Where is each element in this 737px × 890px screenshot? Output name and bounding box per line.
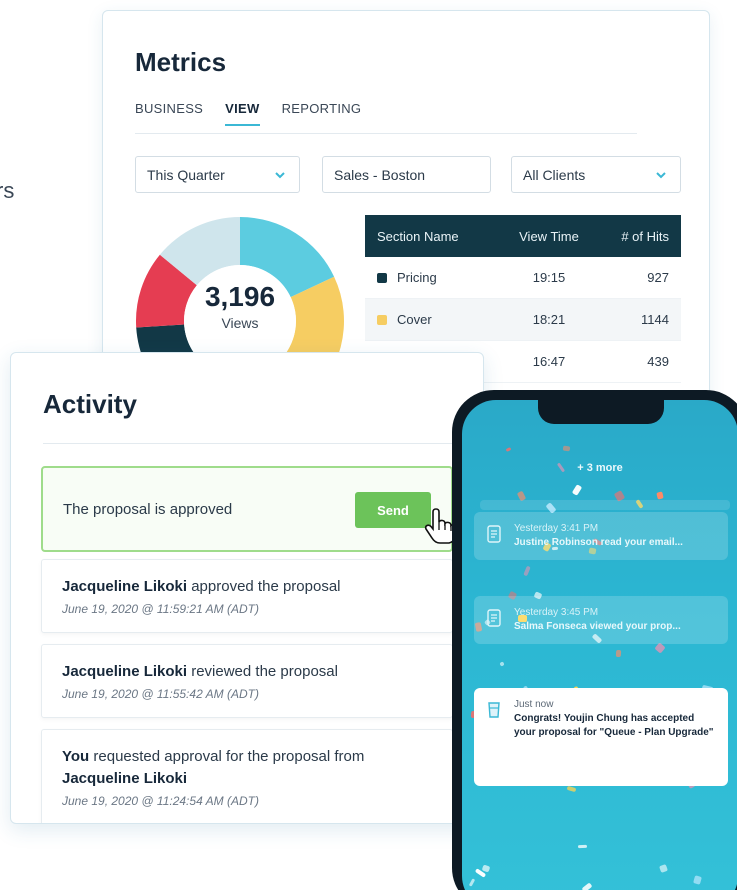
notification[interactable]: Yesterday 3:45 PM Salma Fonseca viewed y…	[474, 596, 728, 644]
clients-select-label: All Clients	[523, 166, 586, 183]
row-hits: 927	[647, 270, 669, 285]
approval-text: The proposal is approved	[63, 501, 233, 518]
approval-banner: The proposal is approved Send	[41, 466, 457, 552]
table-row[interactable]: Pricing 19:15 927	[365, 257, 681, 299]
actor-name: You	[62, 748, 90, 765]
legend-swatch	[377, 272, 387, 283]
table-header: Section Name View Time # of Hits	[365, 215, 681, 257]
cup-icon	[488, 702, 500, 718]
confetti-piece	[693, 875, 702, 885]
recipient-name: Jacqueline Likoki	[62, 770, 188, 787]
activity-line: You requested approval for the proposal …	[62, 746, 432, 790]
activity-action: reviewed the proposal	[187, 663, 338, 680]
row-time: 19:15	[532, 270, 566, 285]
legend-swatch	[377, 314, 387, 325]
actor-name: Jacqueline Likoki	[62, 578, 188, 595]
notification[interactable]: Yesterday 3:41 PM Justine Robinson read …	[474, 512, 728, 560]
activity-action: requested approval for the proposal from	[89, 748, 365, 765]
activity-divider	[43, 443, 453, 444]
more-notifications[interactable]: + 3 more	[462, 462, 737, 474]
activity-date: June 19, 2020 @ 11:24:54 AM (ADT)	[62, 794, 259, 808]
tab-business[interactable]: BUSINESS	[135, 101, 203, 126]
col-section-name: Section Name	[377, 228, 459, 244]
row-name-cell: Pricing	[365, 270, 501, 285]
views-count: 3,196	[204, 281, 276, 312]
period-select[interactable]: This Quarter	[135, 156, 300, 193]
team-select[interactable]: Sales - Boston	[322, 156, 491, 193]
phone-mockup: + 3 more Yesterday 3:41 PM Justine Robin…	[452, 390, 737, 890]
confetti-piece	[562, 445, 571, 452]
table-row[interactable]: Cover 18:21 1144	[365, 299, 681, 341]
metrics-tabs: BUSINESS VIEW REPORTING	[135, 101, 361, 126]
activity-item[interactable]: Jacqueline Likoki approved the proposal …	[41, 559, 453, 633]
activity-card: Activity The proposal is approved Send J…	[10, 352, 484, 824]
confetti-piece	[577, 844, 588, 849]
confetti-piece	[659, 864, 668, 873]
row-time: 16:47	[532, 354, 566, 369]
edge-text: rs	[0, 178, 15, 203]
row-name: Cover	[397, 312, 432, 327]
activity-date: June 19, 2020 @ 11:55:42 AM (ADT)	[62, 687, 259, 701]
confetti-piece	[566, 785, 577, 793]
notification-time: Just now	[514, 699, 554, 710]
chevron-down-icon	[656, 172, 666, 179]
row-name-cell: Cover	[365, 312, 501, 327]
chevron-down-icon	[275, 172, 285, 179]
team-select-label: Sales - Boston	[334, 166, 426, 183]
activity-action: approved the proposal	[187, 578, 341, 595]
notification-time: Yesterday 3:45 PM	[514, 607, 599, 618]
confetti-piece	[571, 484, 583, 496]
confetti-piece	[581, 882, 593, 890]
activity-item[interactable]: You requested approval for the proposal …	[41, 729, 453, 823]
activity-line: Jacqueline Likoki approved the proposal	[62, 576, 432, 598]
notification-time: Yesterday 3:41 PM	[514, 523, 599, 534]
row-hits: 439	[647, 354, 669, 369]
activity-line: Jacqueline Likoki reviewed the proposal	[62, 661, 432, 683]
confetti-piece	[468, 878, 476, 887]
donut-center: 3,196 Views	[175, 281, 305, 331]
row-hits: 1144	[641, 312, 669, 327]
period-select-label: This Quarter	[147, 166, 225, 183]
send-button[interactable]: Send	[355, 492, 431, 528]
notification-message: Salma Fonseca viewed your prop...	[514, 621, 681, 632]
tab-reporting[interactable]: REPORTING	[282, 101, 362, 126]
notification-message: Congrats! Youjin Chung has accepted your…	[514, 713, 714, 738]
notification[interactable]: Just now Congrats! Youjin Chung has acce…	[474, 688, 728, 786]
document-icon	[487, 609, 501, 627]
activity-title: Activity	[43, 389, 137, 419]
clients-select[interactable]: All Clients	[511, 156, 681, 193]
notification-message: Justine Robinson read your email...	[514, 537, 683, 548]
confetti-piece	[615, 649, 622, 658]
phone-notch	[538, 400, 664, 424]
activity-date: June 19, 2020 @ 11:59:21 AM (ADT)	[62, 602, 259, 616]
phone-screen: + 3 more Yesterday 3:41 PM Justine Robin…	[462, 400, 737, 890]
confetti-piece	[499, 661, 505, 667]
views-label: Views	[221, 315, 259, 331]
confetti-piece	[505, 447, 512, 452]
tabs-divider	[135, 133, 637, 134]
confetti-piece	[523, 565, 531, 577]
col-view-time: View Time	[519, 228, 579, 244]
activity-item[interactable]: Jacqueline Likoki reviewed the proposal …	[41, 644, 453, 718]
col-hits: # of Hits	[621, 228, 669, 244]
confetti-piece	[656, 491, 664, 500]
row-time: 18:21	[532, 312, 566, 327]
actor-name: Jacqueline Likoki	[62, 663, 188, 680]
document-icon	[487, 525, 501, 543]
stacked-notifications	[480, 500, 730, 510]
row-name: Pricing	[397, 270, 437, 285]
confetti-piece	[654, 642, 666, 654]
metrics-title: Metrics	[135, 47, 227, 77]
tab-view[interactable]: VIEW	[225, 101, 260, 126]
